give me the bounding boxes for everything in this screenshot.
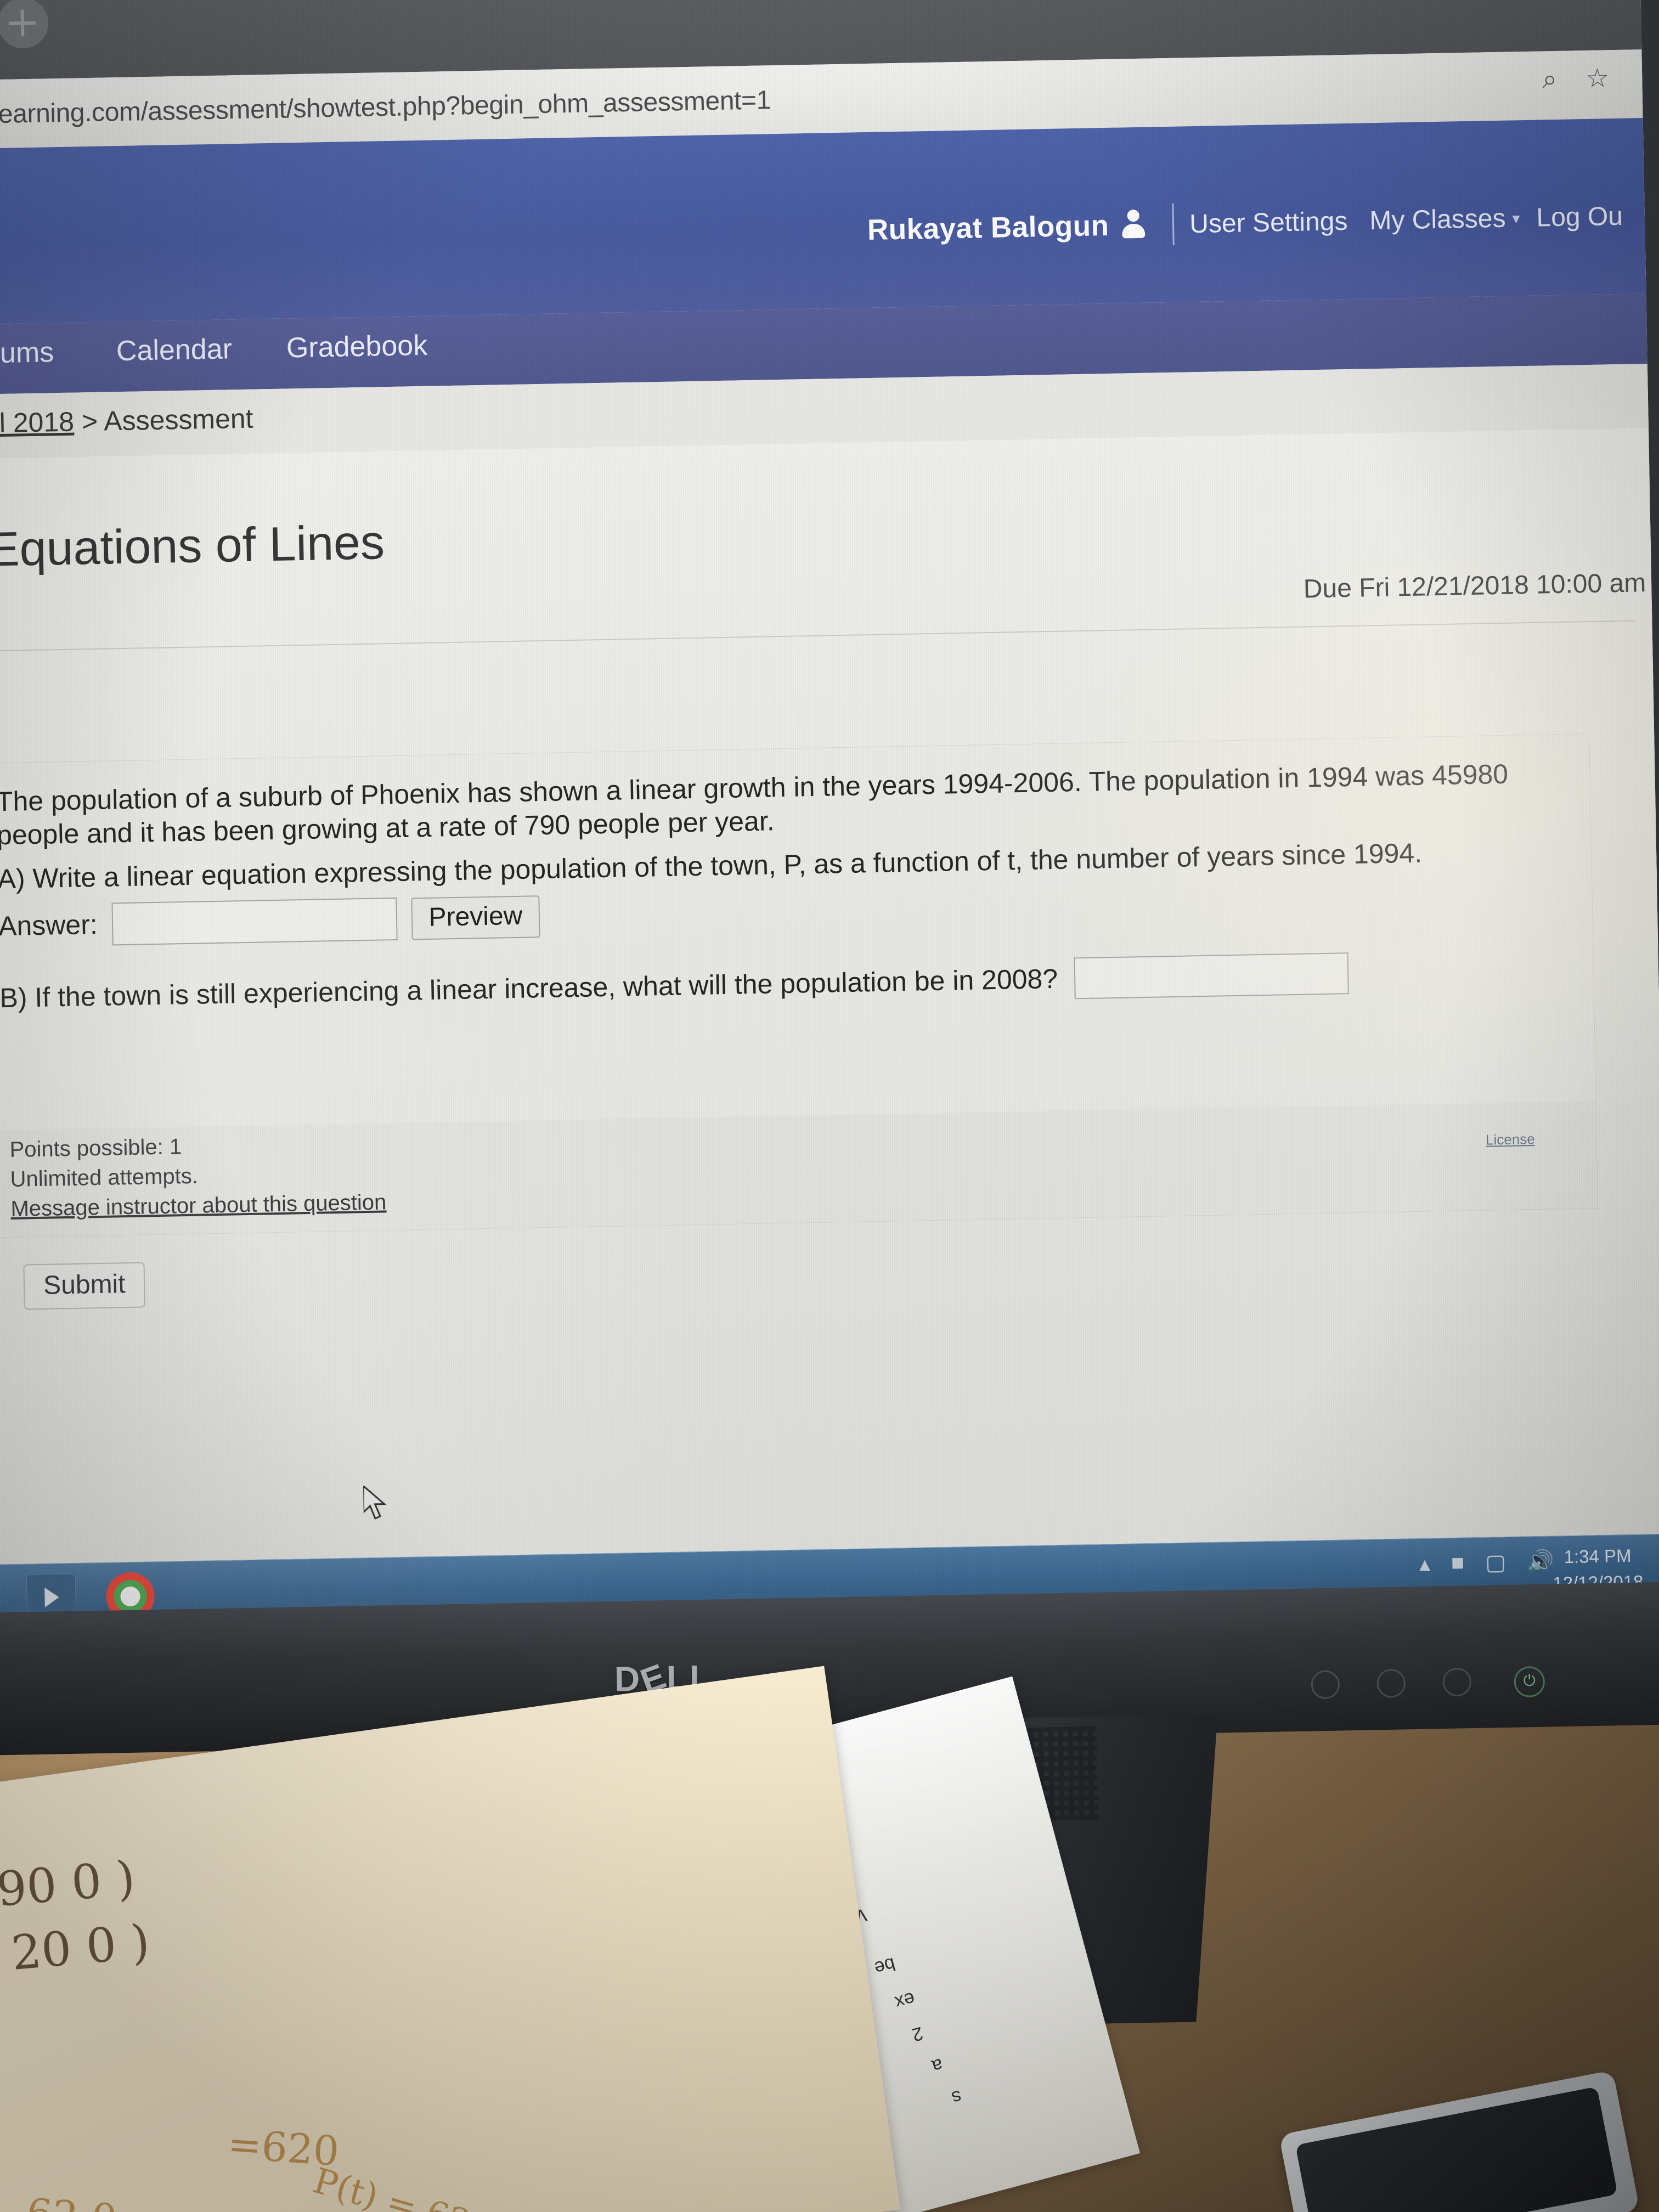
question-part-b-text: B) If the town is still experiencing a l…: [0, 963, 1058, 1014]
worksheet-line-6: a: [929, 2054, 945, 2077]
breadcrumb: Fall 2018 > Assessment: [0, 403, 253, 440]
system-tray: ▴ ■ ▢ 🔊: [1419, 1548, 1555, 1576]
power-button[interactable]: ⏻: [1514, 1666, 1545, 1698]
volume-icon[interactable]: 🔊: [1527, 1548, 1555, 1575]
my-classes-link[interactable]: My Classes: [1369, 203, 1506, 236]
worksheet-line-5: 2: [910, 2022, 926, 2046]
user-settings-link[interactable]: User Settings: [1189, 206, 1348, 239]
monitor-button-row: ⏻: [1305, 1665, 1613, 1709]
question-part-b: B) If the town is still experiencing a l…: [0, 952, 1349, 1019]
page-body: g Equations of Lines Due Fri 12/21/2018 …: [0, 427, 1659, 1605]
photo-scene: Pass enlearning.com/assessment/showtest.…: [0, 0, 1659, 2212]
sidebar-item-calendar[interactable]: Calendar: [116, 332, 232, 368]
page-title: g Equations of Lines: [0, 515, 385, 577]
license-link[interactable]: License: [1486, 1131, 1535, 1149]
network-icon[interactable]: ▢: [1485, 1550, 1506, 1576]
clock-time: 1:34 PM: [1564, 1545, 1632, 1567]
worksheet-line-3: be: [872, 1953, 898, 1979]
log-out-link[interactable]: Log Ou: [1536, 201, 1623, 233]
site-header: n ger Rukayat Balogun User Settings My C…: [0, 118, 1646, 324]
attempts-info: Unlimited attempts.: [10, 1164, 199, 1192]
breadcrumb-course-link[interactable]: Fall 2018: [0, 407, 75, 439]
chevron-down-icon[interactable]: ▾: [1512, 209, 1520, 227]
sidebar-item-forums[interactable]: Forums: [0, 336, 54, 370]
note-line-1: 790 0 ): [0, 1850, 137, 1920]
new-tab-icon[interactable]: [0, 0, 49, 49]
question-card: The population of a suburb of Phoenix ha…: [0, 733, 1596, 1132]
down-button[interactable]: [1442, 1667, 1472, 1697]
divider: [1172, 203, 1175, 245]
breadcrumb-current: Assessment: [103, 403, 254, 437]
answer-label: Answer:: [0, 909, 98, 942]
monitor-screen: enlearning.com/assessment/showtest.php?b…: [0, 0, 1659, 1635]
note-line-6: P(t) = 620 t + 47000: [309, 2160, 678, 2212]
worksheet-line-7: s: [949, 2086, 964, 2109]
address-bar-icons: ⌕ ☆: [1542, 64, 1610, 94]
person-icon: [1121, 210, 1147, 241]
submit-button[interactable]: Submit: [23, 1262, 146, 1310]
menu-button[interactable]: [1311, 1670, 1340, 1700]
note-line-2: 20 0 ): [9, 1914, 152, 1982]
up-button[interactable]: [1376, 1668, 1406, 1698]
worksheet-line-4: ex: [893, 1988, 917, 2013]
show-hidden-icons-icon[interactable]: ▴: [1419, 1551, 1431, 1576]
sidebar-item-gradebook[interactable]: Gradebook: [286, 329, 427, 365]
preview-button[interactable]: Preview: [410, 895, 541, 940]
message-instructor-link[interactable]: Message instructor about this question: [10, 1190, 387, 1222]
search-icon[interactable]: ⌕: [1542, 65, 1558, 94]
user-menu-bar: Rukayat Balogun User Settings My Classes…: [867, 195, 1645, 251]
url-text[interactable]: enlearning.com/assessment/showtest.php?b…: [0, 74, 1390, 131]
bookmark-star-icon[interactable]: ☆: [1585, 64, 1610, 93]
divider: [0, 620, 1636, 652]
antivirus-icon[interactable]: ■: [1451, 1550, 1465, 1575]
user-name[interactable]: Rukayat Balogun: [867, 208, 1109, 246]
breadcrumb-separator: >: [81, 405, 98, 437]
answer-row: Answer: Preview: [0, 895, 541, 947]
due-date: Due Fri 12/21/2018 10:00 am: [1303, 568, 1646, 604]
part-b-input[interactable]: [1074, 952, 1349, 1000]
points-possible: Points possible: 1: [9, 1135, 182, 1162]
note-line-3: 62.0: [25, 2190, 119, 2212]
answer-input[interactable]: [111, 897, 398, 946]
